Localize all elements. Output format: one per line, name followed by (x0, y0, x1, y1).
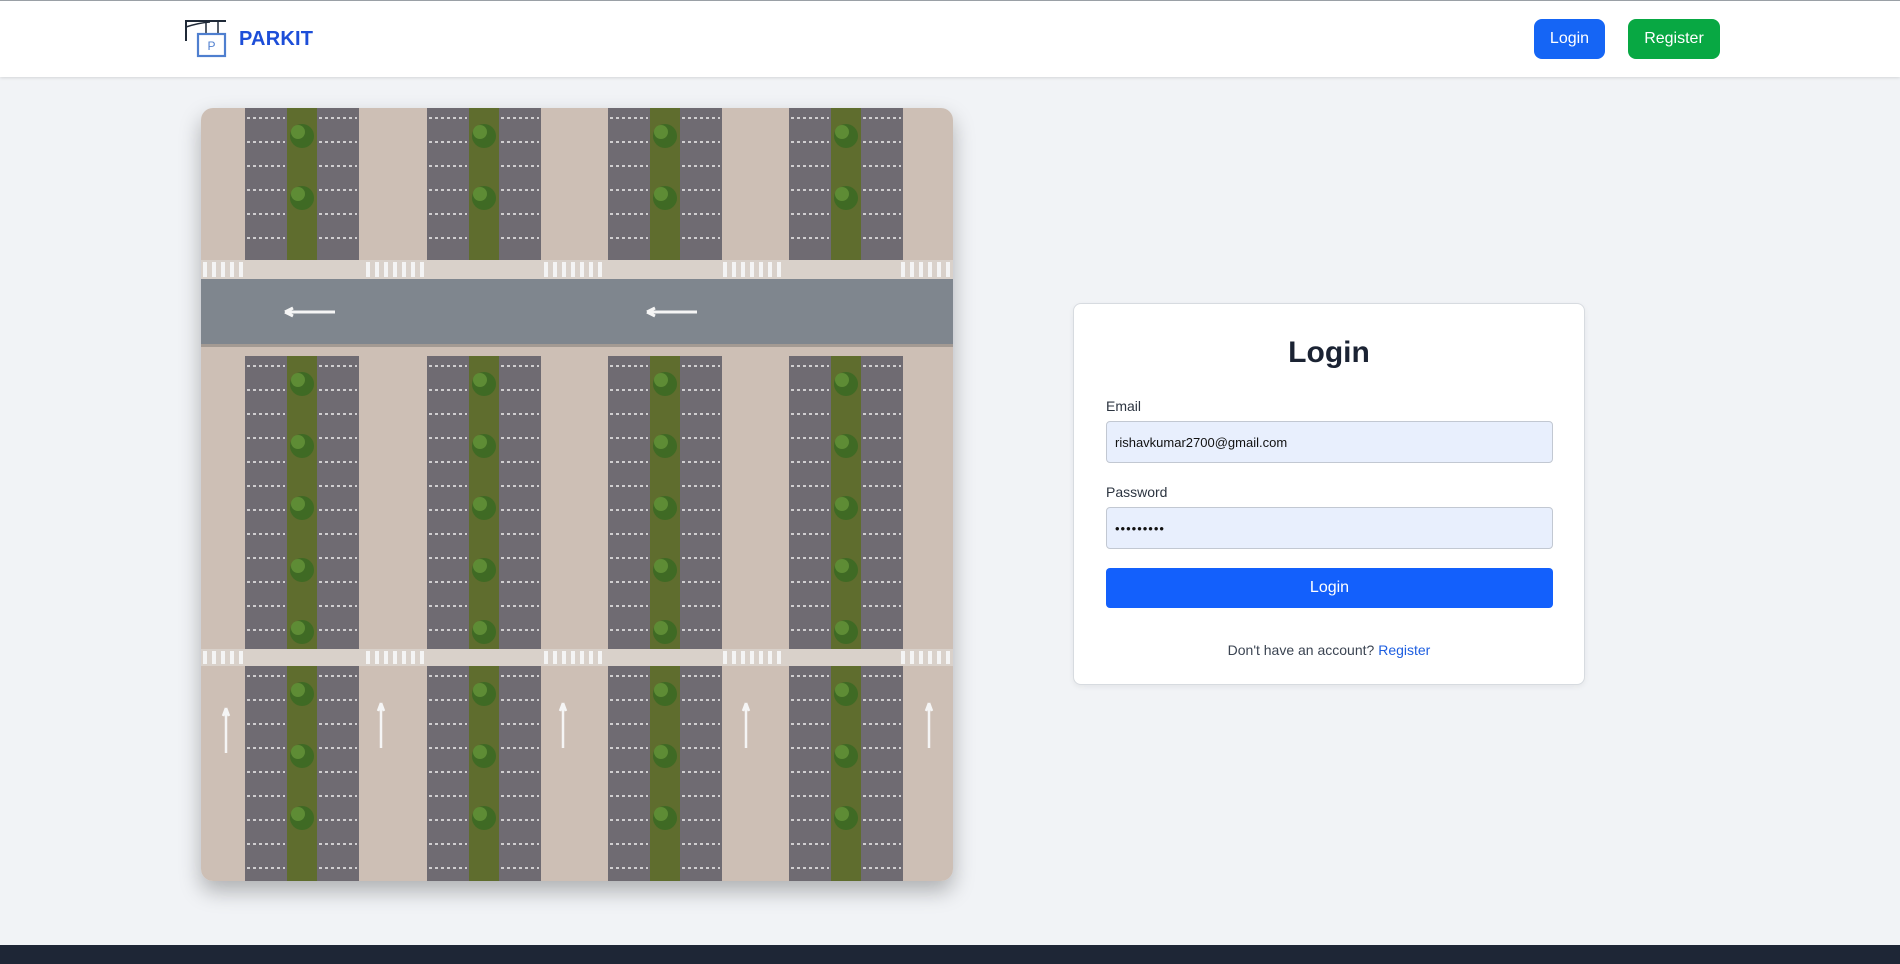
password-label: Password (1106, 484, 1168, 500)
parking-lot-hero-image (201, 108, 953, 881)
brand-home-link[interactable]: P PARKIT (184, 19, 313, 59)
signup-prompt-text: Don't have an account? (1227, 642, 1375, 658)
email-input[interactable] (1106, 421, 1553, 463)
email-label: Email (1106, 398, 1142, 414)
svg-text:P: P (207, 39, 215, 53)
parking-sign-logo-icon: P (185, 20, 227, 58)
page-footer (0, 945, 1900, 964)
top-navbar: P PARKIT Login Register (0, 0, 1900, 77)
login-card: Login Email Password Login Don't have an… (1073, 303, 1585, 685)
parking-lot-aerial-illustration (201, 108, 953, 881)
nav-register-button[interactable]: Register (1628, 19, 1720, 59)
nav-login-button[interactable]: Login (1534, 19, 1605, 59)
password-input[interactable] (1106, 507, 1553, 549)
register-link[interactable]: Register (1378, 642, 1430, 658)
signup-prompt: Don't have an account? Register (1074, 642, 1584, 658)
brand-name: PARKIT (239, 27, 314, 50)
login-submit-button[interactable]: Login (1106, 568, 1553, 608)
login-title: Login (1288, 336, 1370, 369)
